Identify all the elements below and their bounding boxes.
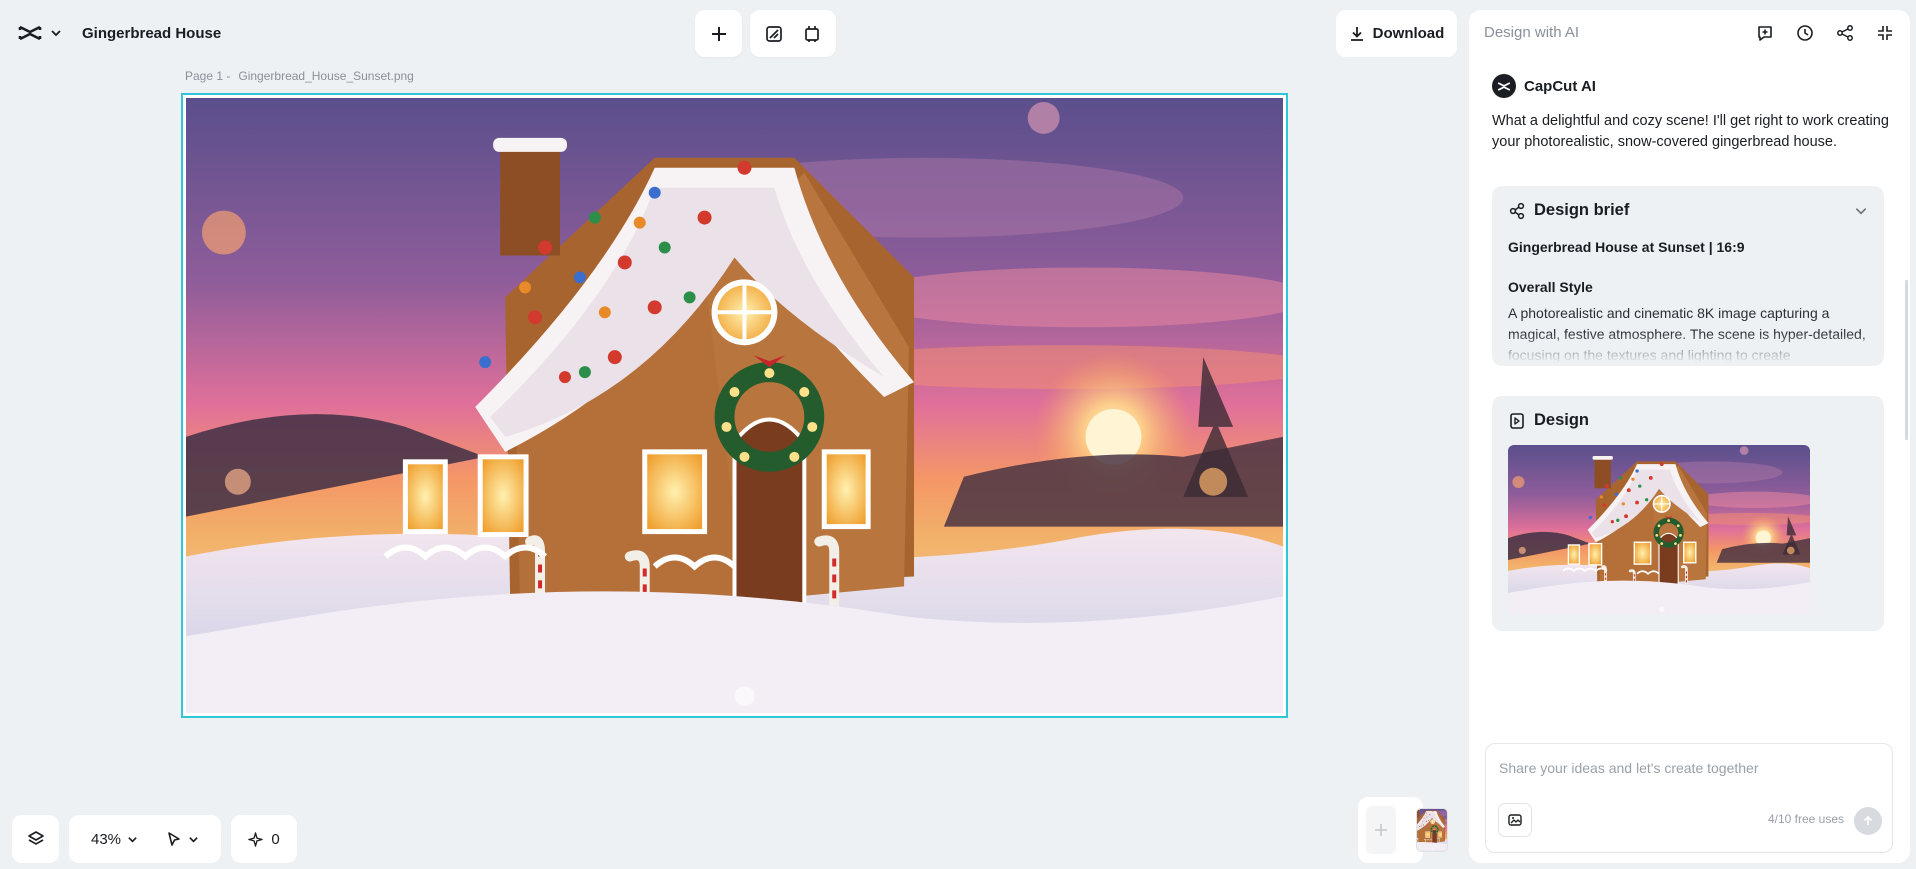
design-brief-card[interactable]: Design brief Gingerbread House at Sunset… <box>1492 186 1884 366</box>
pointer-icon <box>168 832 180 846</box>
chevron-down-icon <box>51 30 61 37</box>
zoom-value: 43% <box>90 830 122 848</box>
design-brief-header[interactable]: Design brief <box>1492 186 1884 220</box>
design-brief-subtitle: Gingerbread House at Sunset | 16:9 <box>1508 239 1745 255</box>
new-chat-icon <box>1758 25 1772 41</box>
attach-image-button[interactable] <box>1498 803 1532 837</box>
credits-count: 0 <box>271 830 280 848</box>
pointer-tool-dropdown[interactable] <box>166 831 199 847</box>
pages-panel <box>1358 797 1423 863</box>
canvas-image[interactable] <box>186 98 1283 713</box>
edit-button[interactable] <box>757 17 791 51</box>
free-uses-counter: 4/10 free uses <box>1767 812 1844 826</box>
resize-canvas-icon <box>805 25 819 42</box>
edit-square-icon <box>766 25 782 42</box>
ai-message: What a delightful and cozy scene! I'll g… <box>1492 113 1889 150</box>
zoom-dropdown[interactable]: 43% <box>91 831 138 848</box>
design-result-thumbnail[interactable] <box>1508 445 1810 614</box>
plus-icon <box>1375 824 1387 836</box>
design-file-icon <box>1510 412 1524 429</box>
add-element-button[interactable] <box>702 17 736 51</box>
collapse-panel-button[interactable] <box>1874 22 1896 44</box>
overall-style-label: Overall Style <box>1508 279 1593 295</box>
design-brief-title: Design brief <box>1534 201 1630 219</box>
chat-input-box: 4/10 free uses <box>1485 743 1893 853</box>
app-menu: Gingerbread House <box>12 16 221 50</box>
ai-design-panel: Design with AI CapCut AI What a delightf… <box>1469 10 1910 863</box>
image-upload-icon <box>1508 814 1522 826</box>
sparkle-icon <box>248 831 264 847</box>
file-name: Gingerbread_House_Sunset.png <box>238 69 414 83</box>
arrow-up-icon <box>1863 815 1873 825</box>
layers-button[interactable] <box>12 815 59 863</box>
new-chat-button[interactable] <box>1754 22 1776 44</box>
plus-icon <box>711 26 726 41</box>
overall-style-text: A photorealistic and cinematic 8K image … <box>1508 305 1866 363</box>
share-button[interactable] <box>1834 22 1856 44</box>
page-label: Page 1 - Gingerbread_House_Sunset.png <box>185 69 414 83</box>
document-title[interactable]: Gingerbread House <box>82 25 221 42</box>
capcut-logo-icon <box>18 25 42 41</box>
app-menu-button[interactable] <box>12 20 68 46</box>
capcut-logo-icon <box>1497 81 1511 91</box>
design-result-image <box>1508 445 1810 614</box>
page-thumbnail-image <box>1417 809 1447 851</box>
history-button[interactable] <box>1794 22 1816 44</box>
zoom-pointer-controls: 43% <box>69 815 221 863</box>
layers-icon <box>27 831 44 845</box>
design-header: Design <box>1492 396 1884 430</box>
panel-header: Design with AI <box>1469 10 1910 55</box>
collapse-icon <box>1878 25 1892 40</box>
chat-input[interactable] <box>1499 760 1869 776</box>
chevron-down-icon <box>128 836 137 843</box>
download-label: Download <box>1372 25 1445 42</box>
resize-button[interactable] <box>795 17 829 51</box>
add-page-button[interactable] <box>1366 806 1396 854</box>
download-button[interactable]: Download <box>1336 10 1457 57</box>
panel-scrollbar[interactable] <box>1905 280 1908 440</box>
design-card: Design <box>1492 396 1884 631</box>
chevron-down-icon[interactable] <box>1854 204 1868 218</box>
send-button[interactable] <box>1854 807 1882 835</box>
gingerbread-house-image <box>186 98 1283 713</box>
edit-toolbar <box>750 10 836 57</box>
history-icon <box>1797 24 1813 41</box>
ai-sender: CapCut AI <box>1492 74 1596 98</box>
page-number: Page 1 - <box>185 69 231 83</box>
page-thumbnail[interactable] <box>1416 808 1448 852</box>
share-icon <box>1837 24 1853 41</box>
capcut-ai-avatar <box>1492 74 1516 98</box>
design-title: Design <box>1534 411 1590 429</box>
credits-button[interactable]: 0 <box>231 815 297 863</box>
canvas-image-selection[interactable] <box>181 93 1288 718</box>
add-toolbar <box>695 10 742 57</box>
design-brief-icon <box>1509 202 1525 219</box>
chevron-down-icon <box>189 836 198 843</box>
download-icon <box>1350 26 1363 41</box>
ai-name: CapCut AI <box>1524 77 1596 95</box>
panel-title: Design with AI <box>1484 24 1580 41</box>
